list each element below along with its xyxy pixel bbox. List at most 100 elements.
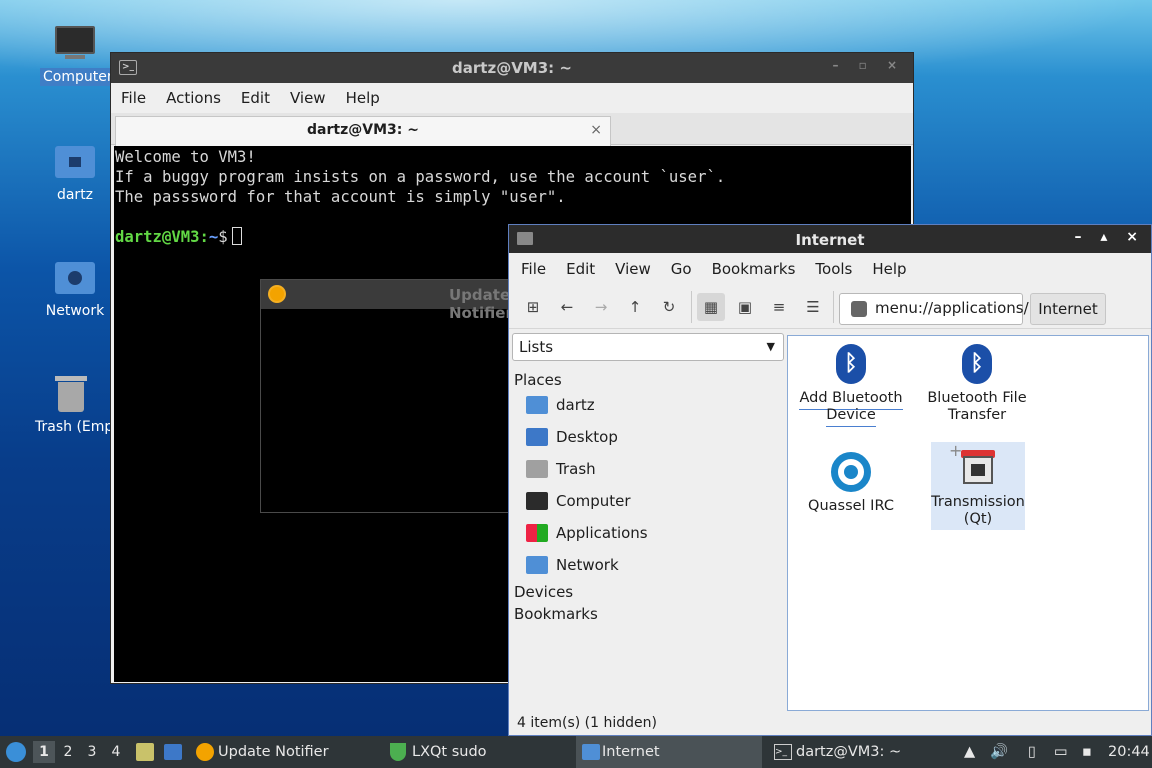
breadcrumb-internet[interactable]: Internet [1030,293,1106,325]
file-manager-launcher[interactable] [134,736,156,768]
place-dartz[interactable]: dartz [512,389,784,421]
places-heading[interactable]: Places [514,371,784,389]
task-internet[interactable]: Internet [576,736,762,768]
taskbar: 1 2 3 4 Update Notifier LXQt sudo Intern… [0,736,1152,768]
menu-file[interactable]: File [521,260,546,278]
app-quassel-irc[interactable]: Quassel IRC [796,452,906,515]
terminal-tab[interactable]: dartz@VM3: ~ × [115,116,611,146]
terminal-line: The passsword for that account is simply… [115,188,566,206]
bluetooth-icon: ᛒ [962,344,992,384]
terminal-titlebar[interactable]: >_ dartz@VM3: ~ – ▫ × [111,53,913,83]
place-network[interactable]: Network [512,549,784,581]
desktop-icon-dartz[interactable]: dartz [40,142,110,204]
terminal-menubar: File Actions Edit View Help [111,83,913,113]
menu-help[interactable]: Help [872,260,906,278]
desktop-switch-1[interactable]: 1 [33,741,55,763]
thumbnail-view-icon[interactable]: ▣ [731,293,759,321]
address-bar[interactable]: menu://applications/ [839,293,1029,325]
menu-tools[interactable]: Tools [815,260,852,278]
show-desktop-button[interactable] [162,736,184,768]
home-folder-icon [53,142,97,182]
volume-icon[interactable]: 🔊 [990,736,1010,768]
menu-bookmarks[interactable]: Bookmarks [712,260,796,278]
up-arrow-icon[interactable]: ↑ [621,293,649,321]
detailed-list-icon[interactable]: ☰ [799,293,827,321]
desktop-icon-network[interactable]: Network [40,258,110,320]
task-lxqt-sudo[interactable]: LXQt sudo [386,736,572,768]
menu-go[interactable]: Go [671,260,692,278]
desktop-switch-4[interactable]: 4 [105,741,127,763]
place-desktop[interactable]: Desktop [512,421,784,453]
clipboard-icon[interactable]: ▯ [1028,736,1048,768]
desktop-switch-2[interactable]: 2 [57,741,79,763]
address-text: menu://applications/ [875,299,1029,317]
place-trash[interactable]: Trash [512,453,784,485]
new-tab-icon[interactable]: ⊞ [519,293,547,321]
bookmarks-heading[interactable]: Bookmarks [514,605,784,623]
side-pane-mode-select[interactable]: Lists ▼ [512,333,784,361]
lxqt-logo-icon [6,742,26,762]
place-applications[interactable]: Applications [512,517,784,549]
chevron-down-icon: ▼ [766,340,775,353]
menu-view[interactable]: View [615,260,651,278]
network-folder-icon [53,258,97,298]
applications-icon [526,524,548,542]
app-bluetooth-file-transfer[interactable]: ᛒ Bluetooth File Transfer [922,344,1032,424]
menu-help[interactable]: Help [346,89,380,107]
tray-arrow-icon[interactable]: ▲ [964,736,980,768]
window-controls[interactable]: – ▫ × [832,58,905,72]
shield-icon [390,743,406,761]
app-transmission-qt[interactable]: + Transmission (Qt) [931,442,1025,530]
terminal-line: If a buggy program insists on a password… [115,168,726,186]
task-update-notifier[interactable]: Update Notifier [192,736,382,768]
side-pane: Lists ▼ Places dartz Desktop Trash Compu… [512,333,784,705]
app-add-bluetooth-device[interactable]: ᛒ Add Bluetooth Device [796,344,906,427]
desktop-switch-3[interactable]: 3 [81,741,103,763]
status-bar: 4 item(s) (1 hidden) [517,715,657,731]
file-icons-view[interactable]: ᛒ Add Bluetooth Device ᛒ Bluetooth File … [787,335,1149,711]
toolbar-separator [691,291,692,323]
compact-view-icon[interactable]: ≡ [765,293,793,321]
window-title: dartz@VM3: ~ [452,59,572,77]
fm-window-title: Internet [795,231,865,249]
menu-edit[interactable]: Edit [566,260,595,278]
clock[interactable]: 20:44 [1108,736,1150,768]
back-arrow-icon[interactable]: ← [553,293,581,321]
file-manager-icon [136,743,154,761]
network-tray-icon[interactable]: ▭ [1054,736,1076,768]
desktop-icon-trash[interactable]: Trash (Empty) [32,374,110,436]
fm-window-controls[interactable]: – ▴ × [1074,229,1145,245]
devices-heading[interactable]: Devices [514,583,784,601]
place-computer[interactable]: Computer [512,485,784,517]
menu-actions[interactable]: Actions [166,89,221,107]
terminal-tabbar: dartz@VM3: ~ × [111,113,913,146]
desktop-icon-computer[interactable]: Computer [40,24,116,86]
menu-edit[interactable]: Edit [241,89,270,107]
terminal-line: Welcome to VM3! [115,148,256,166]
file-manager-window[interactable]: Internet – ▴ × File Edit View Go Bookmar… [508,224,1152,736]
quassel-icon [831,452,871,492]
desktop-icon [164,744,182,760]
update-notifier-icon [196,743,214,761]
update-notifier-window[interactable]: Update Notifier [260,279,520,513]
reload-icon[interactable]: ↻ [655,293,683,321]
task-terminal[interactable]: >_ dartz@VM3: ~ [770,736,950,768]
menu-view[interactable]: View [290,89,326,107]
update-titlebar[interactable]: Update Notifier [261,280,519,322]
toolbar-separator [833,291,834,323]
forward-arrow-icon[interactable]: → [587,293,615,321]
notification-icon[interactable]: ▪ [1082,736,1100,768]
trash-icon [526,460,548,478]
menu-file[interactable]: File [121,89,146,107]
fm-titlebar[interactable]: Internet – ▴ × [509,225,1151,253]
desktop-icon [526,428,548,446]
monitor-icon [53,24,97,64]
network-folder-icon [526,556,548,574]
icon-view-icon[interactable]: ▦ [697,293,725,321]
home-folder-icon [526,396,548,414]
tab-close-icon[interactable]: × [590,117,602,143]
fm-toolbar: ⊞ ← → ↑ ↻ ▦ ▣ ≡ ☰ menu://applications/ I… [509,285,1151,329]
terminal-icon: >_ [774,744,792,760]
update-notifier-icon [268,285,286,303]
start-menu-button[interactable] [4,736,28,768]
